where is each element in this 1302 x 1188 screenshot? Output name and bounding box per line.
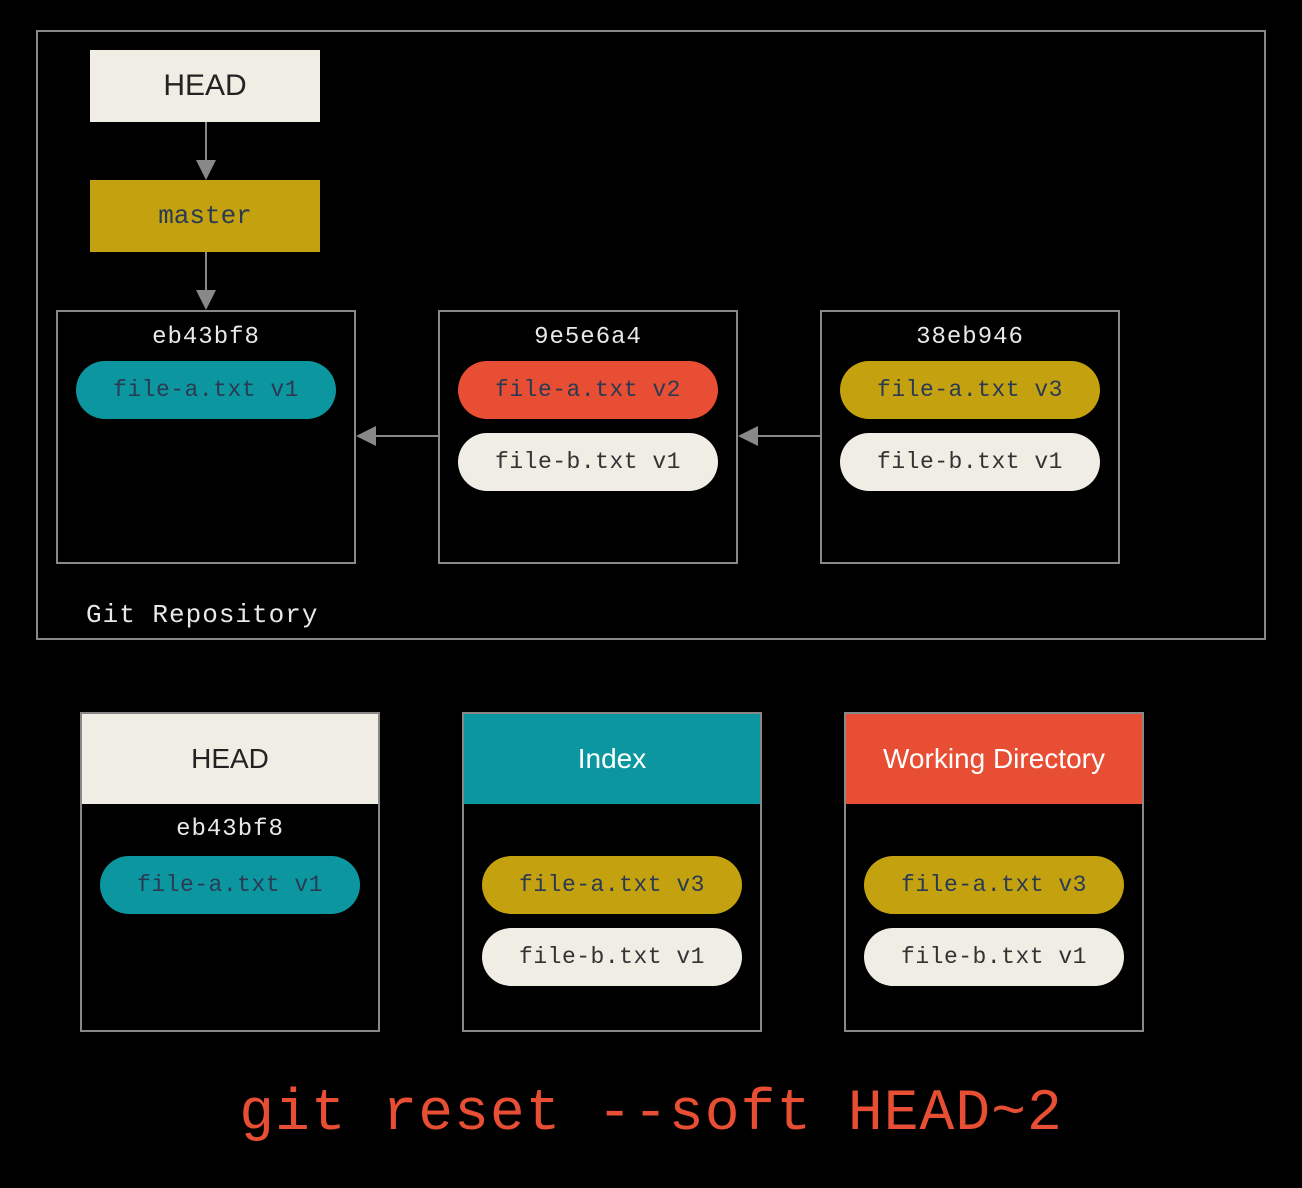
- file-pill: file-a.txt v3: [864, 856, 1124, 914]
- panel-working-directory: Working Directory file-a.txt v3 file-b.t…: [844, 712, 1144, 1032]
- arrow-commit3-to-commit2: [738, 430, 820, 442]
- commit-eb43bf8: eb43bf8 file-a.txt v1: [56, 310, 356, 564]
- git-command: git reset --soft HEAD~2: [0, 1082, 1302, 1147]
- panel-commit-hash: [846, 816, 1142, 846]
- panel-commit-hash: eb43bf8: [82, 816, 378, 846]
- panel-index: Index file-a.txt v3 file-b.txt v1: [462, 712, 762, 1032]
- commit-38eb946: 38eb946 file-a.txt v3 file-b.txt v1: [820, 310, 1120, 564]
- file-pill: file-a.txt v3: [840, 361, 1100, 419]
- arrow-master-to-commit1: [200, 252, 212, 310]
- file-pill: file-a.txt v1: [76, 361, 336, 419]
- file-pill: file-a.txt v2: [458, 361, 718, 419]
- branch-label: master: [158, 201, 252, 231]
- panel-header-head: HEAD: [82, 714, 378, 804]
- arrow-head-to-master: [200, 122, 212, 180]
- file-pill: file-b.txt v1: [840, 433, 1100, 491]
- arrow-commit2-to-commit1: [356, 430, 438, 442]
- git-repository-label: Git Repository: [86, 600, 318, 630]
- branch-box-master: master: [90, 180, 320, 252]
- file-pill: file-b.txt v1: [458, 433, 718, 491]
- file-pill: file-b.txt v1: [482, 928, 742, 986]
- file-pill: file-b.txt v1: [864, 928, 1124, 986]
- head-ref-label: HEAD: [163, 69, 246, 103]
- panel-commit-hash: [464, 816, 760, 846]
- panel-header-working-directory: Working Directory: [846, 714, 1142, 804]
- file-pill: file-a.txt v1: [100, 856, 360, 914]
- panel-header-index: Index: [464, 714, 760, 804]
- panel-head: HEAD eb43bf8 file-a.txt v1: [80, 712, 380, 1032]
- head-ref-box: HEAD: [90, 50, 320, 122]
- commit-hash: eb43bf8: [58, 324, 354, 351]
- commit-9e5e6a4: 9e5e6a4 file-a.txt v2 file-b.txt v1: [438, 310, 738, 564]
- commit-hash: 38eb946: [822, 324, 1118, 351]
- commit-hash: 9e5e6a4: [440, 324, 736, 351]
- file-pill: file-a.txt v3: [482, 856, 742, 914]
